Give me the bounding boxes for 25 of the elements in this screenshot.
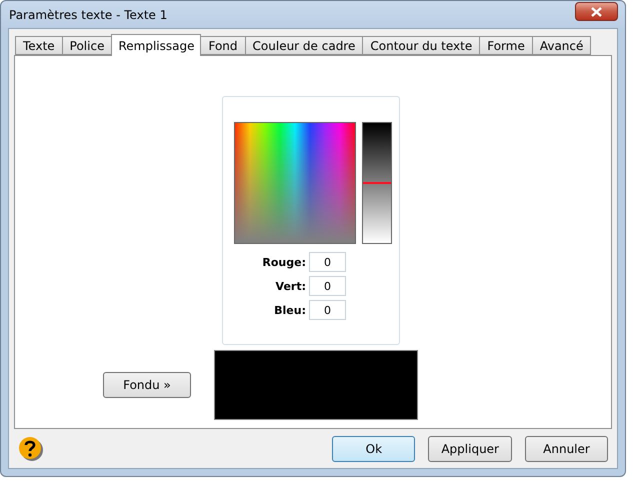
tab[interactable]: Couleur de cadre	[244, 36, 364, 55]
help-icon[interactable]	[18, 434, 44, 462]
field-label: Rouge:	[262, 256, 306, 268]
tab[interactable]: Police	[62, 36, 112, 55]
lightness-slider[interactable]	[362, 122, 392, 244]
close-button[interactable]	[575, 2, 618, 21]
color-spectrum[interactable]	[234, 122, 356, 244]
field-label: Bleu:	[274, 304, 306, 316]
window-title: Paramètres texte - Texte 1	[8, 8, 168, 22]
tab[interactable]: Remplissage	[111, 34, 202, 56]
close-icon	[591, 6, 602, 16]
gradient-button[interactable]: Fondu »	[103, 372, 191, 398]
tab[interactable]: Contour du texte	[362, 36, 480, 55]
tab[interactable]: Texte	[15, 36, 63, 55]
tab[interactable]: Forme	[479, 36, 533, 55]
slider-marker[interactable]	[363, 182, 391, 184]
input-field[interactable]: 0	[309, 300, 346, 320]
tab[interactable]: Avancé	[532, 36, 592, 55]
dialog-button[interactable]: Ok	[332, 436, 416, 462]
field-label: Vert:	[276, 280, 306, 292]
dialog-button[interactable]: Appliquer	[428, 436, 512, 462]
input-field[interactable]: 0	[309, 276, 346, 296]
dialog-button[interactable]: Annuler	[525, 436, 608, 462]
tab[interactable]: Fond	[200, 36, 246, 55]
input-field[interactable]: 0	[309, 252, 346, 272]
